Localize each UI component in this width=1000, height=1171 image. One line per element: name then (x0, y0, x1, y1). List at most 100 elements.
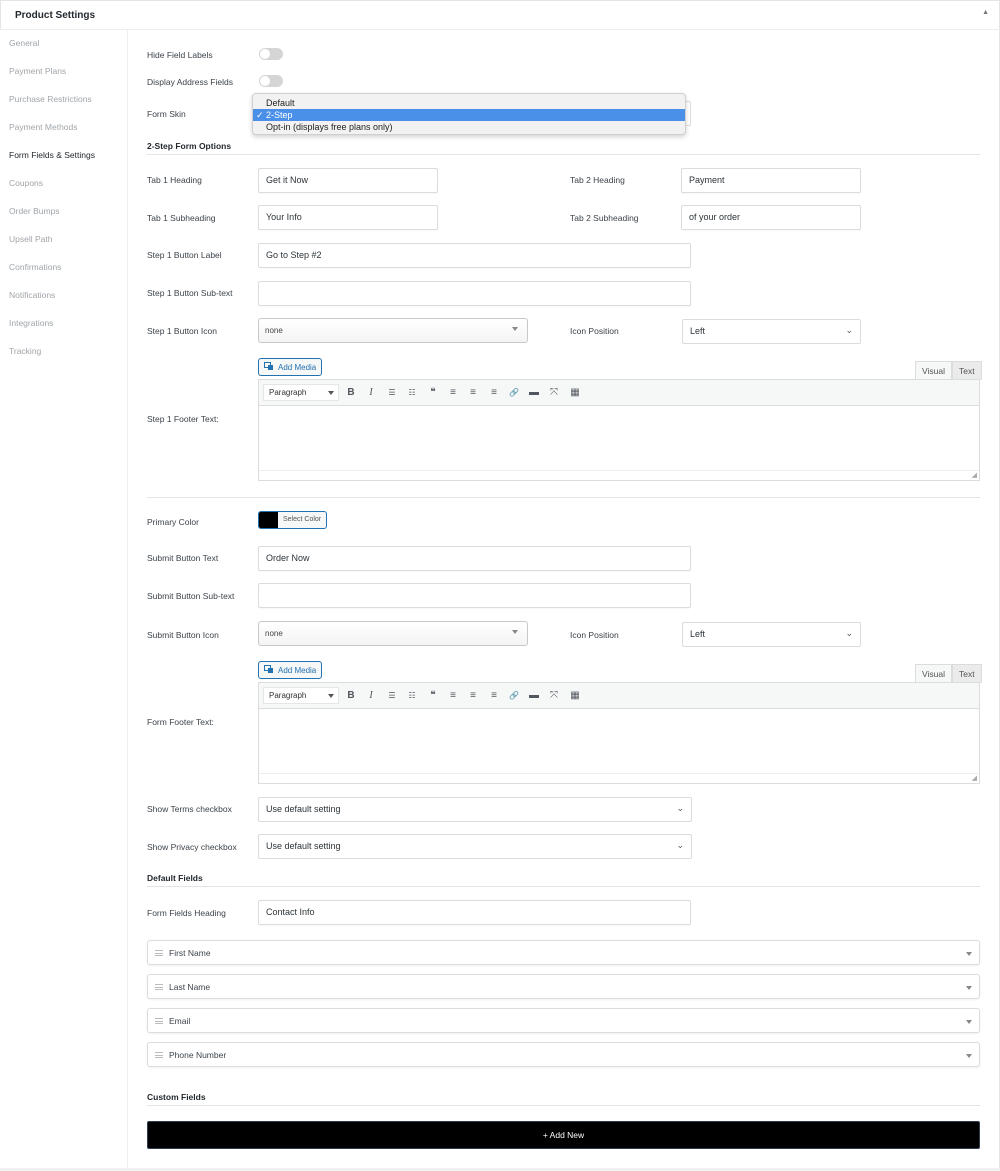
select-color-button[interactable]: Select Color (258, 511, 327, 529)
step1-button-icon-label: Step 1 Button Icon (147, 326, 217, 336)
form-fields-heading-input[interactable]: Contact Info (258, 900, 691, 925)
expand-arrow-icon[interactable] (966, 952, 972, 956)
tab1-heading-input[interactable]: Get it Now (258, 168, 438, 193)
step1-footer-editor[interactable]: Paragraph B I ☰ ☷ ❝ ≡ ≡ ≡ 🔗 ▬ ⤧ ▦ ◢ (258, 379, 980, 481)
display-address-fields-toggle[interactable] (259, 75, 283, 87)
hide-field-labels-toggle[interactable] (259, 48, 283, 60)
numbered-list-icon[interactable]: ☷ (404, 385, 420, 401)
sidebar-item-integrations[interactable]: Integrations (9, 318, 53, 328)
italic-icon[interactable]: I (363, 385, 379, 401)
bullet-list-icon[interactable]: ☰ (384, 385, 400, 401)
tab2-subheading-input[interactable]: of your order (681, 205, 861, 230)
form-skin-dropdown[interactable]: Default ✓ 2-Step Opt-in (displays free pl… (252, 93, 686, 135)
format-select[interactable]: Paragraph (263, 384, 339, 401)
submit-button-icon-select[interactable]: none (258, 621, 528, 646)
drag-handle-icon[interactable] (155, 1018, 163, 1024)
visual-tab[interactable]: Visual (915, 361, 952, 380)
step1-icon-position-select[interactable]: Left ⌄ (682, 319, 861, 344)
submit-button-subtext-input[interactable] (258, 583, 691, 608)
align-right-icon[interactable]: ≡ (486, 688, 502, 704)
step1-button-label-input[interactable]: Go to Step #2 (258, 243, 691, 268)
field-row-last-name[interactable]: Last Name (147, 974, 980, 999)
bold-icon[interactable]: B (343, 688, 359, 704)
sidebar-item-general[interactable]: General (9, 38, 39, 48)
add-media-button[interactable]: Add Media (258, 661, 323, 679)
sidebar-item-coupons[interactable]: Coupons (9, 178, 43, 188)
submit-button-subtext-label: Submit Button Sub-text (147, 591, 235, 601)
drag-handle-icon[interactable] (155, 984, 163, 990)
align-center-icon[interactable]: ≡ (465, 385, 481, 401)
fullscreen-icon[interactable]: ⤧ (546, 385, 562, 401)
form-footer-editor[interactable]: Paragraph B I ☰ ☷ ❝ ≡ ≡ ≡ 🔗 ▬ ⤧ ▦ ◢ (258, 682, 980, 784)
tab2-heading-input[interactable]: Payment (681, 168, 861, 193)
read-more-icon[interactable]: ▬ (526, 688, 542, 704)
form-skin-option-default[interactable]: Default (253, 97, 685, 109)
read-more-icon[interactable]: ▬ (526, 385, 542, 401)
sidebar-item-order-bumps[interactable]: Order Bumps (9, 206, 60, 216)
editor-statusbar: ◢ (259, 470, 979, 480)
blockquote-icon[interactable]: ❝ (425, 688, 441, 704)
numbered-list-icon[interactable]: ☷ (404, 688, 420, 704)
show-privacy-select[interactable]: Use default setting ⌄ (258, 834, 692, 859)
sidebar-item-purchase-restrictions[interactable]: Purchase Restrictions (9, 94, 92, 104)
two-step-options-title: 2-Step Form Options (147, 141, 232, 151)
drag-handle-icon[interactable] (155, 1052, 163, 1058)
submit-button-text-input[interactable]: Order Now (258, 546, 691, 571)
panel-title: Product Settings (15, 10, 96, 21)
sidebar-item-form-fields-settings[interactable]: Form Fields & Settings (9, 150, 95, 160)
toolbar-toggle-icon[interactable]: ▦ (567, 385, 583, 401)
add-new-custom-field-button[interactable]: + Add New (147, 1121, 980, 1149)
sidebar-item-payment-methods[interactable]: Payment Methods (9, 122, 78, 132)
fullscreen-icon[interactable]: ⤧ (546, 688, 562, 704)
align-center-icon[interactable]: ≡ (465, 688, 481, 704)
dropdown-arrow-icon (328, 694, 334, 698)
step1-icon-position-label: Icon Position (570, 326, 619, 336)
dropdown-arrow-icon (512, 630, 518, 634)
form-skin-option-opt-in[interactable]: Opt-in (displays free plans only) (253, 121, 685, 133)
sidebar-item-upsell-path[interactable]: Upsell Path (9, 234, 52, 244)
chevron-down-icon: ⌄ (676, 803, 684, 813)
italic-icon[interactable]: I (363, 688, 379, 704)
submit-button-icon-label: Submit Button Icon (147, 630, 219, 640)
field-row-first-name[interactable]: First Name (147, 940, 980, 965)
toolbar-toggle-icon[interactable]: ▦ (567, 688, 583, 704)
sidebar-item-confirmations[interactable]: Confirmations (9, 262, 61, 272)
link-icon[interactable]: 🔗 (506, 688, 522, 704)
expand-arrow-icon[interactable] (966, 1054, 972, 1058)
collapse-toggle-icon[interactable]: ▲ (982, 9, 989, 16)
sidebar-item-notifications[interactable]: Notifications (9, 290, 55, 300)
form-fields-heading-label: Form Fields Heading (147, 908, 226, 918)
align-left-icon[interactable]: ≡ (445, 385, 461, 401)
align-right-icon[interactable]: ≡ (486, 385, 502, 401)
blockquote-icon[interactable]: ❝ (425, 385, 441, 401)
step1-button-subtext-input[interactable] (258, 281, 691, 306)
sidebar-item-tracking[interactable]: Tracking (9, 346, 41, 356)
add-media-button[interactable]: Add Media (258, 358, 323, 376)
bold-icon[interactable]: B (343, 385, 359, 401)
form-skin-option-2-step[interactable]: ✓ 2-Step (253, 109, 685, 121)
default-fields-title: Default Fields (147, 873, 203, 883)
drag-handle-icon[interactable] (155, 950, 163, 956)
chevron-down-icon: ⌄ (676, 840, 684, 850)
tab1-subheading-input[interactable]: Your Info (258, 205, 438, 230)
expand-arrow-icon[interactable] (966, 1020, 972, 1024)
bullet-list-icon[interactable]: ☰ (384, 688, 400, 704)
link-icon[interactable]: 🔗 (506, 385, 522, 401)
text-tab[interactable]: Text (952, 361, 982, 380)
format-select[interactable]: Paragraph (263, 687, 339, 704)
resize-handle-icon[interactable]: ◢ (972, 774, 977, 782)
text-tab[interactable]: Text (952, 664, 982, 683)
show-terms-label: Show Terms checkbox (147, 804, 232, 814)
submit-icon-position-select[interactable]: Left ⌄ (682, 622, 861, 647)
resize-handle-icon[interactable]: ◢ (972, 471, 977, 479)
field-row-email[interactable]: Email (147, 1008, 980, 1033)
expand-arrow-icon[interactable] (966, 986, 972, 990)
field-row-phone-number[interactable]: Phone Number (147, 1042, 980, 1067)
show-terms-select[interactable]: Use default setting ⌄ (258, 797, 692, 822)
panel-header: Product Settings ▲ (0, 0, 1000, 30)
sidebar-item-payment-plans[interactable]: Payment Plans (9, 66, 66, 76)
align-left-icon[interactable]: ≡ (445, 688, 461, 704)
step1-button-icon-select[interactable]: none (258, 318, 528, 343)
media-icon (264, 362, 274, 371)
visual-tab[interactable]: Visual (915, 664, 952, 683)
